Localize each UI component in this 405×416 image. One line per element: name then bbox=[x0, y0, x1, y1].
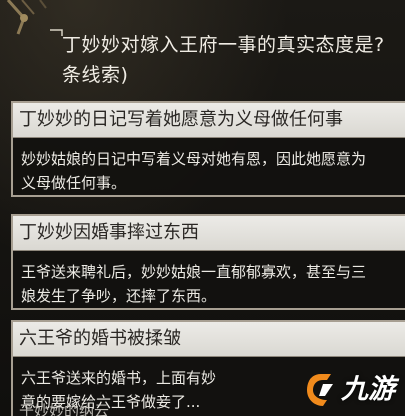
clue-description-line: 王爷送来聘礼后，妙妙姑娘一直郁郁寡欢，甚至与三 bbox=[21, 263, 367, 281]
clue-title: 六王爷的婚书被揉皱 bbox=[13, 322, 405, 357]
clue-description: 王爷送来聘礼后，妙妙姑娘一直郁郁寡欢，甚至与三 娘发生了争吵，还摔了东西。 bbox=[13, 251, 405, 308]
clue-description: 妙妙姑娘的日记中写着义母对她有恩，因此她愿意为 义母做任何事。 bbox=[13, 138, 405, 195]
clue-card-diary[interactable]: 丁妙妙的日记写着她愿意为义母做任何事 妙妙姑娘的日记中写着义母对她有恩，因此她愿… bbox=[11, 101, 405, 197]
clue-card-smashed-things[interactable]: 丁妙妙因婚事摔过东西 王爷送来聘礼后，妙妙姑娘一直郁郁寡欢，甚至与三 娘发生了争… bbox=[11, 214, 405, 310]
clue-title: 丁妙妙的日记写着她愿意为义母做任何事 bbox=[13, 103, 405, 138]
clue-description-line: 妙妙姑娘的日记中写着义母对她有恩，因此她愿意为 bbox=[21, 150, 367, 168]
watermark-text: 九游 bbox=[341, 374, 395, 405]
clue-description-line: 娘发生了争吵，还摔了东西。 bbox=[21, 287, 217, 305]
question-line-2: 条线索) bbox=[62, 64, 129, 86]
clue-description-line: 义母做任何事。 bbox=[21, 174, 127, 192]
jiuyou-watermark: 九游 bbox=[301, 370, 401, 412]
clue-panel-scene: 丁妙妙对嫁入王府一事的真实态度是? 条线索) 丁妙妙的日记写着她愿意为义母做任何… bbox=[0, 0, 405, 416]
jiuyou-logo-icon bbox=[307, 374, 333, 406]
question-line-1: 丁妙妙对嫁入王府一事的真实态度是? bbox=[62, 34, 385, 56]
partial-cut-text: 于妙妙的纳云 bbox=[19, 402, 110, 416]
clue-title: 丁妙妙因婚事摔过东西 bbox=[13, 216, 405, 251]
question-title: 丁妙妙对嫁入王府一事的真实态度是? 条线索) bbox=[62, 30, 398, 90]
